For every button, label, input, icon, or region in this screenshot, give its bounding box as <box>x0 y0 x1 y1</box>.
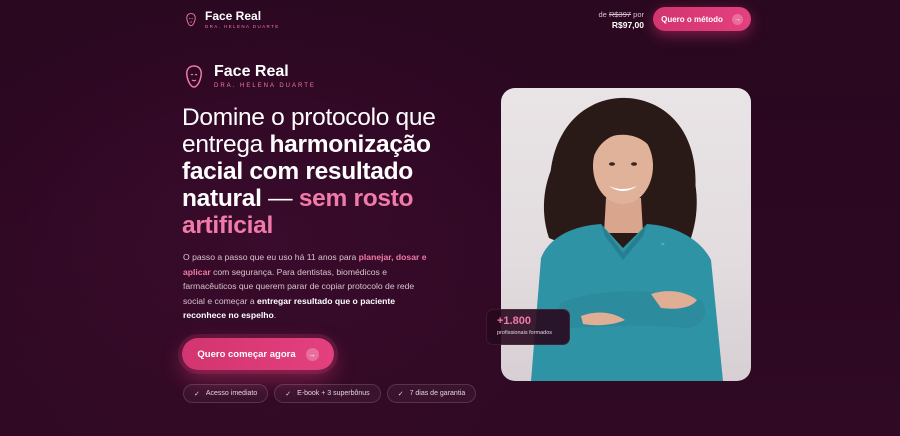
price-old: R$397 <box>608 10 632 19</box>
price-new: R$97,00 <box>611 20 644 30</box>
check-icon: ✓ <box>194 390 200 398</box>
price-box: de R$397 por R$97,00 <box>599 10 644 30</box>
top-bar: Face Real DRA. HELENA DUARTE de R$397 po… <box>0 0 900 40</box>
header-cta-button[interactable]: Quero o método → <box>653 7 751 31</box>
hero-headline: Domine o protocolo que entrega harmoniza… <box>182 104 482 239</box>
header-cta-label: Quero o método <box>661 14 723 24</box>
chip-label: Acesso imediato <box>205 390 258 397</box>
chip-label: E-book + 3 superbônus <box>297 390 370 397</box>
check-icon: ✓ <box>397 390 404 398</box>
chip-access: ✓ Acesso imediato <box>183 384 269 403</box>
hero-brand-subtitle: DRA. HELENA DUARTE <box>214 83 316 89</box>
price-prefix: de <box>598 10 607 19</box>
desc-part-5: . <box>273 310 277 320</box>
header-brand-subtitle: DRA. HELENA DUARTE <box>205 24 280 29</box>
header-brand-name: Face Real <box>205 9 262 23</box>
benefit-chips: ✓ Acesso imediato ✓ E-book + 3 superbônu… <box>183 384 477 403</box>
stat-label: profissionais formados <box>497 330 553 336</box>
svg-text:~: ~ <box>661 242 665 248</box>
face-logo-icon <box>186 64 202 88</box>
stat-badge: +1.800 profissionais formados <box>486 309 570 345</box>
chip-guarantee: ✓ 7 dias de garantia <box>386 384 477 403</box>
arrow-right-icon: → <box>731 13 743 25</box>
desc-part-1: O passo a passo que eu uso há 11 anos pa… <box>183 252 359 262</box>
header-logo[interactable]: Face Real DRA. HELENA DUARTE <box>185 10 280 29</box>
stat-value: +1.800 <box>497 315 531 327</box>
face-logo-icon <box>186 12 196 26</box>
hero-cta-button[interactable]: Quero começar agora → <box>182 338 334 370</box>
hero-cta-label: Quero começar agora <box>197 348 296 360</box>
chip-label: 7 dias de garantia <box>409 390 466 397</box>
hero-description: O passo a passo que eu uso há 11 anos pa… <box>183 250 433 323</box>
chip-ebook: ✓ E-book + 3 superbônus <box>274 384 381 403</box>
hero-logo: Face Real DRA. HELENA DUARTE <box>184 64 316 89</box>
hero-brand-name: Face Real <box>214 63 289 80</box>
price-suffix: por <box>633 10 644 19</box>
check-icon: ✓ <box>285 390 292 398</box>
arrow-right-icon: → <box>305 347 319 361</box>
headline-part-3: — <box>261 185 299 212</box>
